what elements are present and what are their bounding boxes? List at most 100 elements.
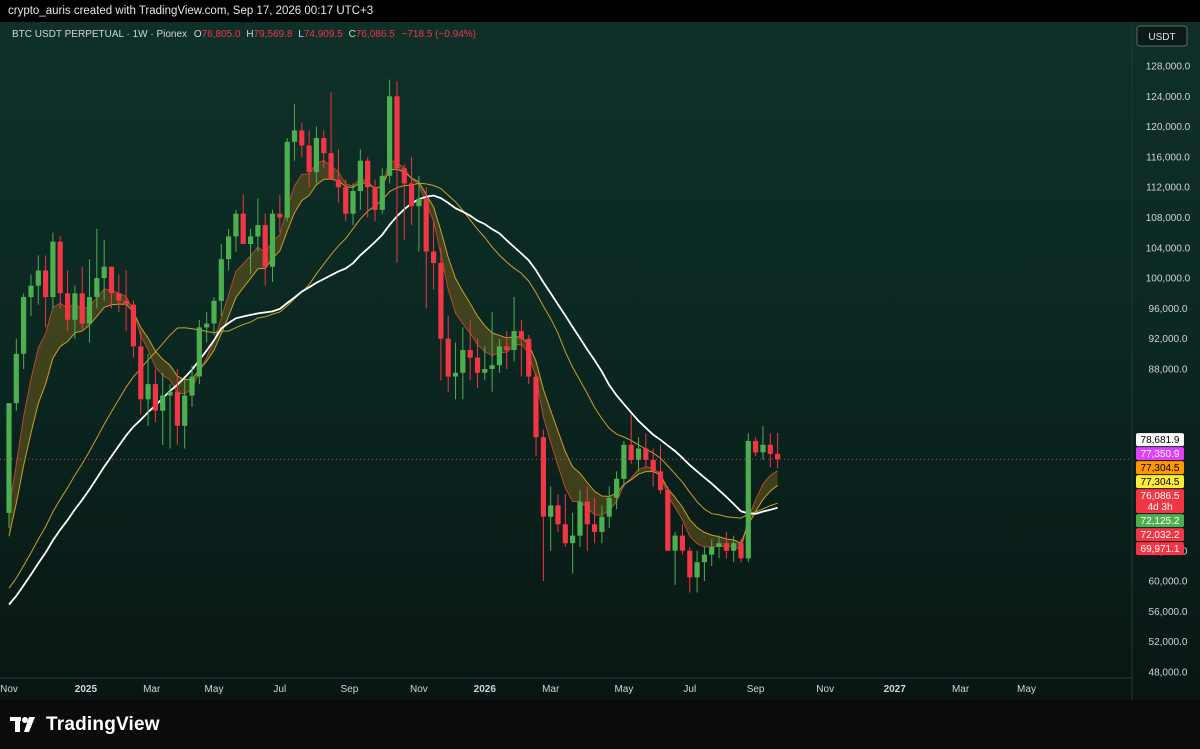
candle-body [679,535,685,551]
low-value: 74,909.5 [304,29,343,40]
candle-body [548,505,554,517]
candle-body [57,241,63,294]
candle-body [86,297,93,324]
candle-body [145,384,151,400]
candle-body [138,346,144,400]
candle-body [775,453,781,460]
countdown-label: 4d 3h [1147,502,1172,513]
ema-fast-line [8,159,778,551]
price-tick-label: 120,000.0 [1146,122,1191,133]
candle-body [233,213,239,237]
price-tick-label: 52,000.0 [1149,637,1188,648]
candle-body [394,96,400,169]
price-tick-label: 96,000.0 [1149,304,1188,315]
close-value: 76,086.5 [356,29,395,40]
price-label-text: 77,350.9 [1141,449,1180,460]
candle-body [687,550,693,578]
candle-body [467,350,473,358]
price-tick-label: 88,000.0 [1149,365,1188,376]
candle-body [204,323,210,328]
candle-body [650,459,656,472]
candle-body [533,376,539,438]
price-chart[interactable]: 128,000.0 124,000.0 120,000.0 116,000.0 112,… [0,22,1200,700]
candle-body [160,395,166,411]
price-label-text: 77,304.5 [1141,477,1180,488]
tradingview-logo-icon [10,717,35,732]
candle-body [35,270,41,286]
currency-button[interactable]: USDT [1136,25,1188,47]
price-tick-label: 116,000.0 [1146,152,1190,163]
candle-body [94,278,100,297]
time-tick-label: Mar [952,684,970,695]
tradingview-logo[interactable]: TradingView [10,712,160,738]
candle-body [562,524,568,544]
symbol-label: BTC USDT PERPETUAL · 1W · Pionex [12,29,187,40]
time-tick-label: 2025 [75,684,98,695]
candle-body [628,444,634,460]
candle-body [614,478,620,498]
ohlc-legend: BTC USDT PERPETUAL · 1W · Pionex O76,805… [12,29,476,40]
currency-label: USDT [1148,32,1175,43]
price-axis[interactable]: 128,000.0 124,000.0 120,000.0 116,000.0 112,… [1146,62,1191,679]
candle-body [291,130,298,142]
price-label-text: 69,971.1 [1141,544,1180,555]
candle-body [496,346,502,366]
candle-body [753,441,759,453]
candle-body [489,365,495,369]
time-tick-label: 2027 [884,684,907,695]
time-tick-label: Jul [273,684,286,695]
price-tick-label: 100,000.0 [1146,274,1191,285]
time-axis[interactable]: Nov 2025 Mar May Jul Sep Nov 2026 Mar May Jul Sep No… [0,684,1036,695]
candle-body [284,141,290,218]
candle-body [482,369,488,373]
price-label-text: 78,681.9 [1141,435,1180,446]
time-tick-label: Mar [542,684,560,695]
candle-body [50,241,56,297]
time-tick-label: Nov [410,684,428,695]
candle-body [555,505,561,525]
time-tick-label: Nov [816,684,834,695]
candle-body [518,331,524,339]
candle-body [599,516,605,532]
candle-body [694,562,700,578]
time-tick-label: Sep [747,684,765,695]
chart-area[interactable]: 128,000.0 124,000.0 120,000.0 116,000.0 112,… [0,22,1200,700]
price-tick-label: 60,000.0 [1149,577,1188,588]
price-labels: 78,681.9 77,350.9 77,304.5 77,304.5 76,086.5… [1136,433,1184,556]
candle-body [621,444,627,479]
price-label-text: 77,304.5 [1141,463,1180,474]
candle-body [328,153,334,180]
price-label-text: 76,086.5 [1141,491,1180,502]
candle-body [540,437,546,517]
candle-body [130,304,136,347]
candle-body [269,213,276,267]
candle-body [401,168,407,184]
candle-body [43,270,49,297]
candle-body [592,524,598,532]
candle-body [306,145,312,172]
footer: TradingView [0,700,1200,749]
candle-body [240,213,246,244]
candle-body [372,187,378,210]
candle-body [387,96,393,176]
candle-body [167,391,173,396]
candle-body [731,543,737,551]
candle-body [321,138,327,154]
ma-gold-line [8,182,778,589]
candle-body [218,259,224,301]
candle-body [438,262,444,339]
candle-body [211,300,217,324]
time-tick-label: 2026 [474,684,497,695]
time-tick-label: May [205,684,224,695]
price-tick-label: 112,000.0 [1146,183,1190,194]
candle-body [28,285,34,298]
attribution-text: crypto_auris created with TradingView.co… [8,5,374,17]
high-value: 79,569.8 [254,29,293,40]
attribution-bar: crypto_auris created with TradingView.co… [0,0,1200,22]
candle-body [379,175,385,210]
candle-body [474,357,481,373]
price-tick-label: 48,000.0 [1149,668,1188,679]
candle-body [65,293,71,320]
high-label: H [246,29,253,40]
price-tick-label: 124,000.0 [1146,92,1191,103]
